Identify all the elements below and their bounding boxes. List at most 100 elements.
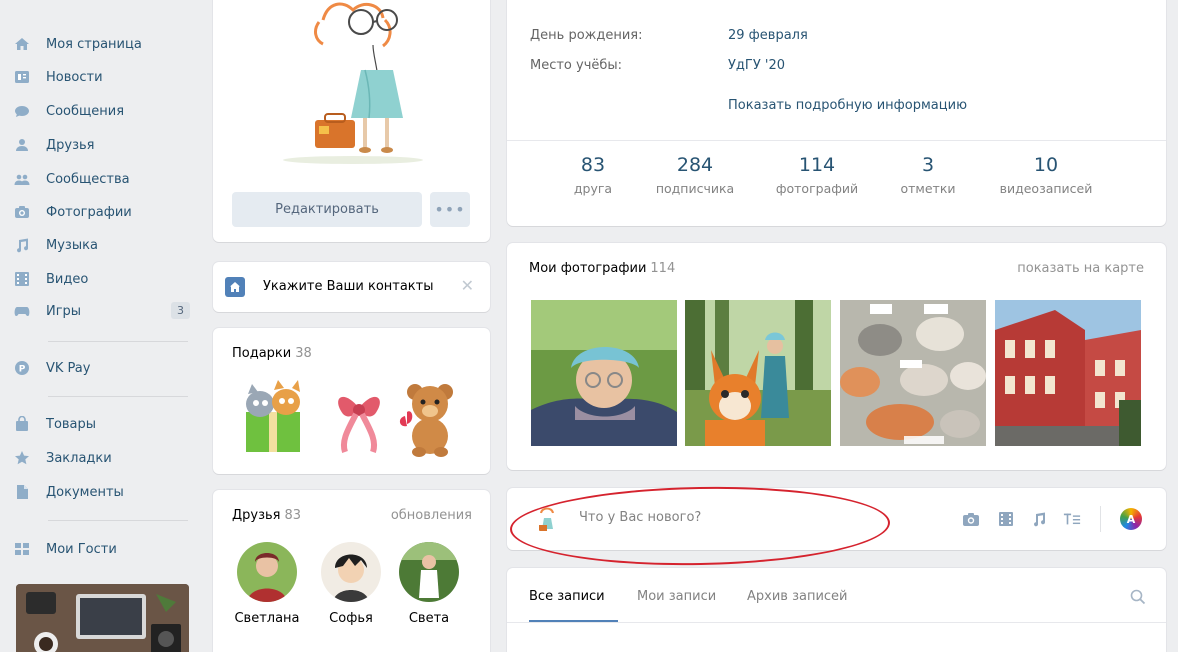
gifts-header[interactable]: Подарки 38 <box>232 346 312 361</box>
video-icon[interactable] <box>997 510 1015 528</box>
study-label: Место учёбы: <box>530 58 623 73</box>
photos-header[interactable]: Мои фотографии 114 <box>529 261 675 276</box>
music-icon[interactable] <box>1030 510 1048 528</box>
sidebar-item-video[interactable]: Видео <box>14 267 194 291</box>
friend-name: Света <box>408 611 450 626</box>
birthday-row: День рождения: 29 февраля <box>530 28 808 43</box>
photo-thumbnail[interactable] <box>685 300 831 446</box>
sidebar-item-documents[interactable]: Документы <box>14 480 194 504</box>
birthday-label: День рождения: <box>530 28 643 43</box>
photo-thumbnail[interactable] <box>840 300 986 446</box>
my-photos-block: Мои фотографии 114 показать на карте <box>507 243 1166 470</box>
gift-cats-box[interactable] <box>238 378 310 458</box>
counter-label: отметки <box>900 181 956 196</box>
avatar <box>399 542 459 602</box>
counter-photos[interactable]: 114 фотографий <box>769 154 865 196</box>
counter-value: 114 <box>798 154 836 176</box>
gift-ribbon-bow[interactable] <box>323 378 395 458</box>
sidebar-divider <box>48 396 188 397</box>
sidebar-item-my-page[interactable]: Моя страница <box>14 32 194 56</box>
camera-icon <box>14 204 30 220</box>
sidebar-ad-image[interactable] <box>16 584 189 652</box>
sidebar-item-bookmarks[interactable]: Закладки <box>14 446 194 470</box>
counter-label: подписчика <box>655 181 735 196</box>
left-sidebar: Моя страница Новости Сообщения Друзья Со… <box>0 0 200 652</box>
sidebar-item-music[interactable]: Музыка <box>14 233 194 257</box>
games-icon <box>14 303 30 319</box>
profile-avatar-image[interactable] <box>253 0 453 180</box>
gifts-title: Подарки <box>232 346 292 361</box>
counter-followers[interactable]: 284 подписчика <box>647 154 743 196</box>
friends-title: Друзья <box>232 508 281 523</box>
counter-value: 83 <box>580 154 606 176</box>
avatar <box>321 542 381 602</box>
games-count-badge: 3 <box>171 302 190 319</box>
sidebar-item-groups[interactable]: Сообщества <box>14 167 194 191</box>
friend-item[interactable]: Светлана <box>227 542 307 626</box>
study-value[interactable]: УдГУ '20 <box>728 58 785 73</box>
sidebar-item-messages[interactable]: Сообщения <box>14 99 194 123</box>
counter-value: 10 <box>1033 154 1059 176</box>
counter-value: 3 <box>921 154 935 176</box>
friends-icon <box>14 137 30 153</box>
text-format-icon[interactable] <box>1063 510 1081 528</box>
search-icon[interactable] <box>1130 589 1146 605</box>
contacts-prompt-label: Укажите Ваши контакты <box>263 279 434 294</box>
contacts-prompt[interactable]: Укажите Ваши контакты ✕ <box>213 262 490 312</box>
sidebar-divider <box>48 520 188 521</box>
vkpay-icon: P <box>14 360 30 376</box>
friend-item[interactable]: Света <box>389 542 469 626</box>
edit-profile-button[interactable]: Редактировать <box>232 192 422 227</box>
avatar <box>237 542 297 602</box>
tab-all-posts[interactable]: Все записи <box>529 589 605 604</box>
gift-teddy-bear[interactable] <box>393 378 465 458</box>
avatar <box>533 505 561 533</box>
friends-block: Друзья 83 обновления Светлана Софья Света <box>213 490 490 652</box>
vk-mini-apps-icon[interactable]: A <box>1120 508 1142 530</box>
gifts-count: 38 <box>295 346 312 361</box>
sidebar-item-friends[interactable]: Друзья <box>14 133 194 157</box>
friends-updates-link[interactable]: обновления <box>391 508 472 523</box>
groups-icon <box>14 171 30 187</box>
counter-tags[interactable]: 3 отметки <box>893 154 963 196</box>
tab-my-posts[interactable]: Мои записи <box>637 589 716 604</box>
star-icon <box>14 450 30 466</box>
new-post-box: Что у Вас нового? A <box>507 488 1166 550</box>
counter-friends[interactable]: 83 друга <box>565 154 621 196</box>
counter-value: 284 <box>676 154 714 176</box>
home-icon <box>225 277 245 297</box>
profile-avatar-block: Редактировать ••• <box>213 0 490 242</box>
camera-icon[interactable] <box>962 510 980 528</box>
sidebar-item-games[interactable]: Игры 3 <box>14 299 194 323</box>
document-icon <box>14 484 30 500</box>
sidebar-item-my-guests[interactable]: Мои Гости <box>14 537 194 561</box>
home-icon <box>14 36 30 52</box>
counter-videos[interactable]: 10 видеозаписей <box>987 154 1105 196</box>
svg-text:P: P <box>19 365 26 375</box>
show-more-info-link[interactable]: Показать подробную информацию <box>728 98 967 113</box>
photos-title: Мои фотографии <box>529 261 647 276</box>
sidebar-item-photos[interactable]: Фотографии <box>14 200 194 224</box>
more-actions-button[interactable]: ••• <box>430 192 470 227</box>
gifts-block: Подарки 38 <box>213 328 490 474</box>
friends-header[interactable]: Друзья 83 <box>232 508 301 523</box>
birthday-value[interactable]: 29 февраля <box>728 28 808 43</box>
photos-count: 114 <box>650 261 676 276</box>
friend-item[interactable]: Софья <box>311 542 391 626</box>
sidebar-item-news[interactable]: Новости <box>14 65 194 89</box>
guests-app-icon <box>14 541 30 557</box>
counter-label: видеозаписей <box>999 181 1093 196</box>
new-post-input[interactable]: Что у Вас нового? <box>579 510 701 525</box>
close-icon[interactable]: ✕ <box>461 276 474 295</box>
tab-archive[interactable]: Архив записей <box>747 589 848 604</box>
sidebar-item-vkpay[interactable]: P VK Pay <box>14 356 194 380</box>
sidebar-divider <box>48 341 188 342</box>
sidebar-item-goods[interactable]: Товары <box>14 412 194 436</box>
friend-name: Софья <box>329 611 373 626</box>
counter-label: друга <box>573 181 613 196</box>
photo-thumbnail[interactable] <box>531 300 677 446</box>
show-on-map-link[interactable]: показать на карте <box>1017 261 1144 276</box>
study-row: Место учёбы: УдГУ '20 <box>530 58 785 73</box>
photo-thumbnail[interactable] <box>995 300 1141 446</box>
profile-info-block: День рождения: 29 февраля Место учёбы: УдГ… <box>507 0 1166 226</box>
